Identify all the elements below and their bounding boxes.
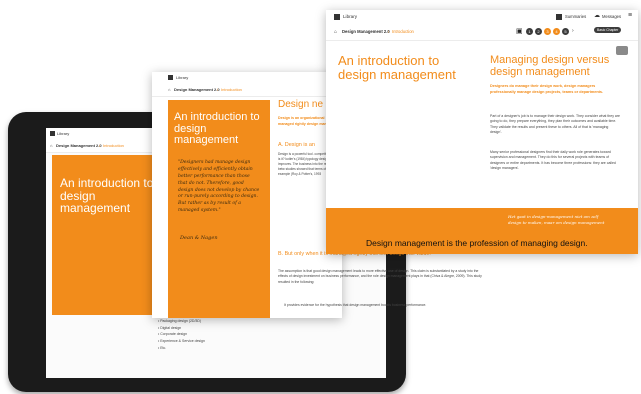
chapter-dot-5[interactable]: 5 <box>562 28 569 35</box>
handwritten-note: Het gaat in design-management niet om ze… <box>508 214 605 225</box>
breadcrumb-section[interactable]: Introduction <box>103 143 124 148</box>
quote-author: Dean & Nagen <box>180 235 218 241</box>
front-subheading: Designers do manage their design work, d… <box>490 84 604 94</box>
next-icon[interactable]: › <box>572 28 574 34</box>
front-top-bar: Library Summaries ☁ Messages ≡ <box>326 10 638 25</box>
tablet-chapter-title: An introduction to design management <box>60 176 154 216</box>
chapter-panel: An introduction to design management "De… <box>168 100 270 318</box>
breadcrumb-course[interactable]: Design Management 2.0 <box>342 29 390 34</box>
breadcrumb-separator: / <box>99 143 101 148</box>
breadcrumb-course[interactable]: Design Management 2.0 <box>56 143 102 148</box>
library-icon[interactable] <box>334 14 340 20</box>
chapter-dot-4[interactable]: 4 <box>553 28 560 35</box>
front-paragraph-1: Part of a designer's job is to manage th… <box>490 114 620 135</box>
front-heading: Managing design versus design management <box>490 54 610 79</box>
middle-breadcrumb-bar: ⌂ Design Management 2.0 / Introduction <box>152 83 342 97</box>
list-item: Corporate design <box>158 331 205 338</box>
messages-icon[interactable]: ☁ <box>594 12 600 19</box>
definition-banner: Het gaat in design-management niet om ze… <box>326 208 638 254</box>
banner-text: Design management is the profession of m… <box>366 238 588 248</box>
section-b-bullet: It provides evidence for the hypothesis … <box>284 303 427 307</box>
list-item: Packaging design (2D/3D) <box>158 318 205 325</box>
section-a-heading: A. Design is an <box>278 142 315 148</box>
list-item: Etc. <box>158 345 205 352</box>
list-item: Experience & Service design <box>158 338 205 345</box>
library-label[interactable]: Library <box>57 131 69 136</box>
breadcrumb-section[interactable]: Introduction <box>221 87 242 92</box>
front-chapter-title: An introduction to design management <box>338 53 456 83</box>
chapter-dot-3[interactable]: 3 <box>544 28 551 35</box>
library-icon[interactable] <box>50 131 55 136</box>
middle-heading: Design ne <box>278 99 324 110</box>
front-breadcrumb-bar: ⌂ Design Management 2.0 / Introduction ▣… <box>326 24 638 41</box>
summaries-icon[interactable] <box>556 14 562 20</box>
home-icon[interactable]: ⌂ <box>50 143 52 148</box>
breadcrumb-separator: / <box>217 87 219 92</box>
breadcrumb-course[interactable]: Design Management 2.0 <box>174 87 220 92</box>
home-icon[interactable]: ⌂ <box>168 87 170 92</box>
chapter-dot-1[interactable]: 1 <box>526 28 533 35</box>
menu-icon[interactable]: ≡ <box>628 12 632 19</box>
front-paragraph-2: Many senior professional designers find … <box>490 150 616 171</box>
breadcrumb-section[interactable]: Introduction <box>392 29 414 34</box>
quote-text: "Designers had manage design effectively… <box>178 160 260 214</box>
section-b-text: The assumption is that good design manag… <box>278 269 482 284</box>
breadcrumb-separator: / <box>388 29 390 34</box>
library-icon[interactable] <box>168 75 173 80</box>
messages-label[interactable]: Messages <box>602 14 621 19</box>
chapter-dot-2[interactable]: 2 <box>535 28 542 35</box>
front-page: Library Summaries ☁ Messages ≡ ⌂ Design … <box>326 10 638 254</box>
library-label[interactable]: Library <box>176 75 188 80</box>
tablet-bullet-list: Packaging design (2D/3D) Digital design … <box>158 318 205 351</box>
list-item: Digital design <box>158 325 205 332</box>
book-icon[interactable]: ▣ <box>516 27 523 35</box>
home-icon[interactable]: ⌂ <box>334 29 337 35</box>
chapter-title: An introduction to design management <box>174 111 260 147</box>
summaries-label[interactable]: Summaries <box>565 14 586 19</box>
basic-chapter-button[interactable]: Basic Chapter <box>594 27 622 33</box>
library-label[interactable]: Library <box>343 14 357 19</box>
